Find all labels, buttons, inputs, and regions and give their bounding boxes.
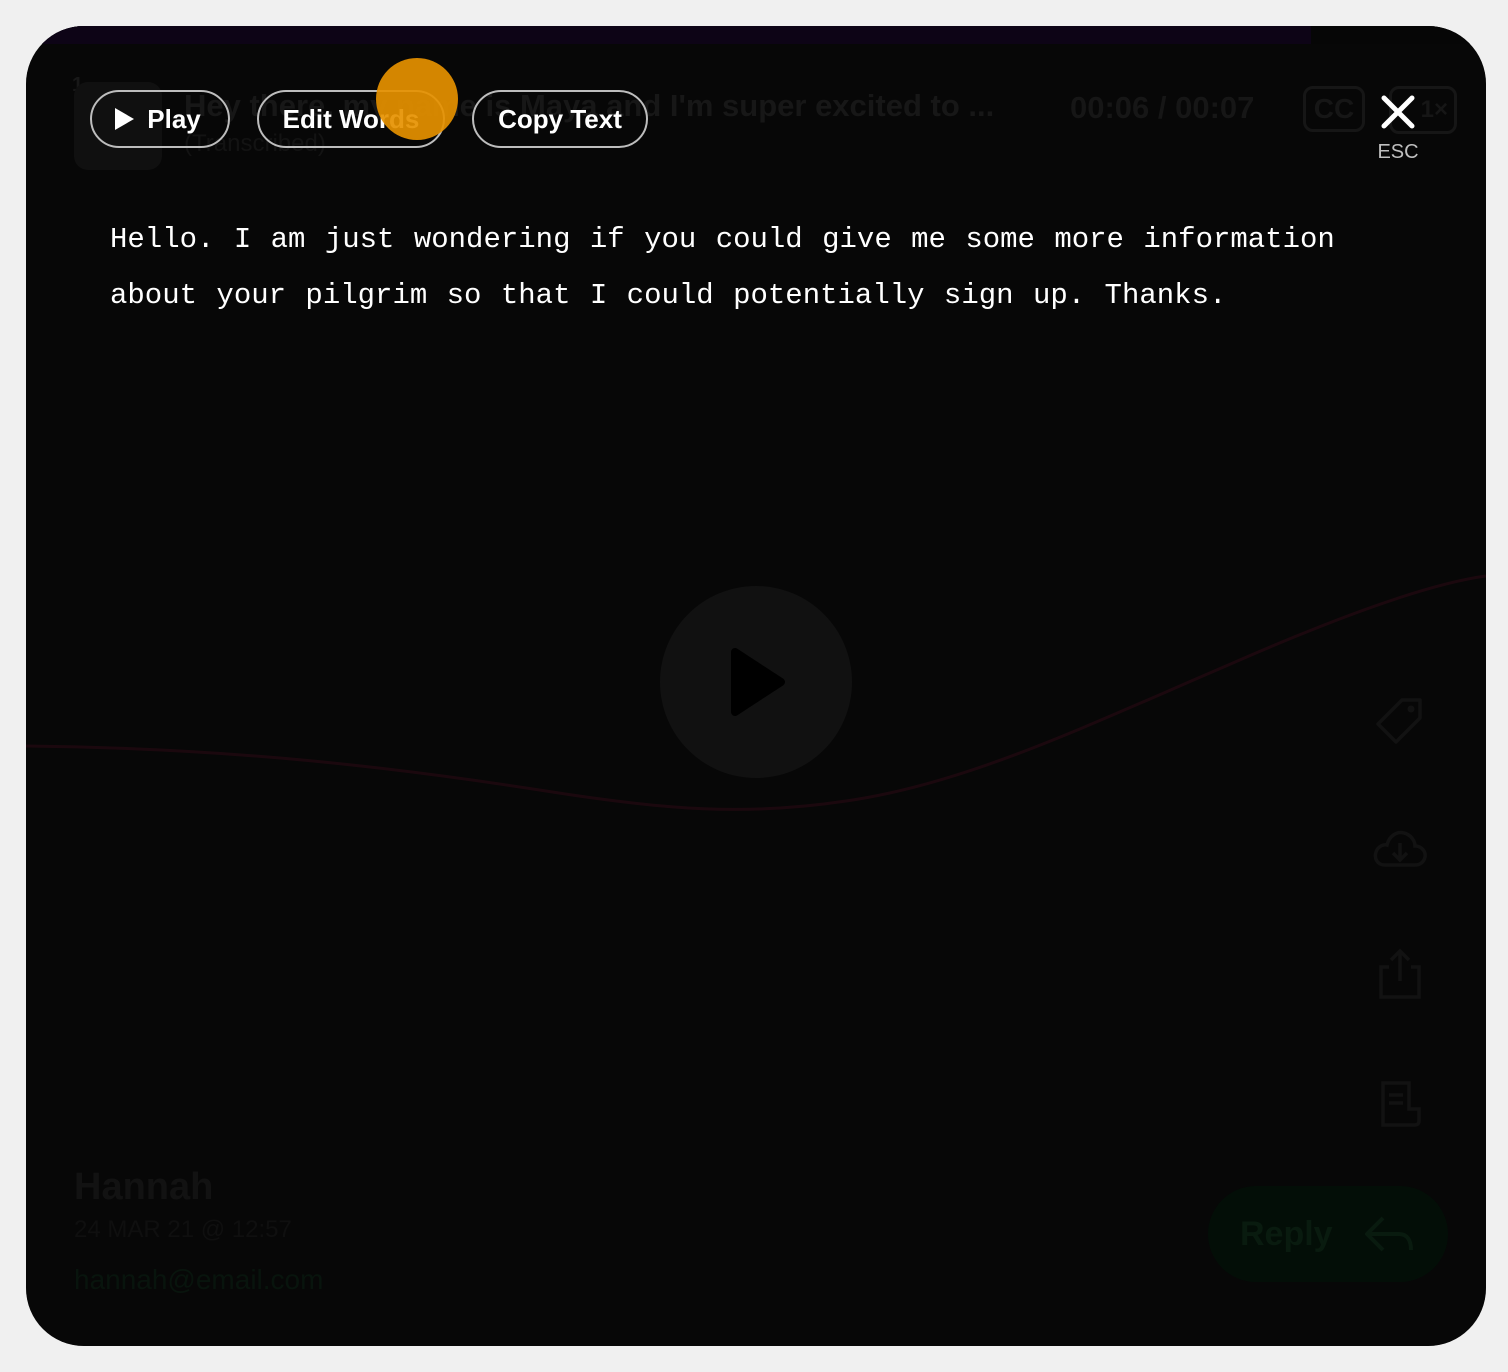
play-label: Play <box>147 103 201 134</box>
esc-label: ESC <box>1377 141 1419 163</box>
transcript-modal: 1 Hey there, my name is Maya and I'm sup… <box>26 26 1486 1346</box>
close-icon <box>1381 95 1415 129</box>
transcript-toolbar: Play Edit Words Copy Text <box>90 90 648 148</box>
play-icon <box>115 108 135 130</box>
close-button[interactable]: ESC <box>1370 94 1426 164</box>
copy-text-label: Copy Text <box>498 103 622 134</box>
click-cursor-indicator <box>376 58 458 140</box>
transcript-text[interactable]: Hello. I am just wondering if you could … <box>110 212 1440 324</box>
play-button[interactable]: Play <box>90 90 230 148</box>
copy-text-button[interactable]: Copy Text <box>472 90 648 148</box>
